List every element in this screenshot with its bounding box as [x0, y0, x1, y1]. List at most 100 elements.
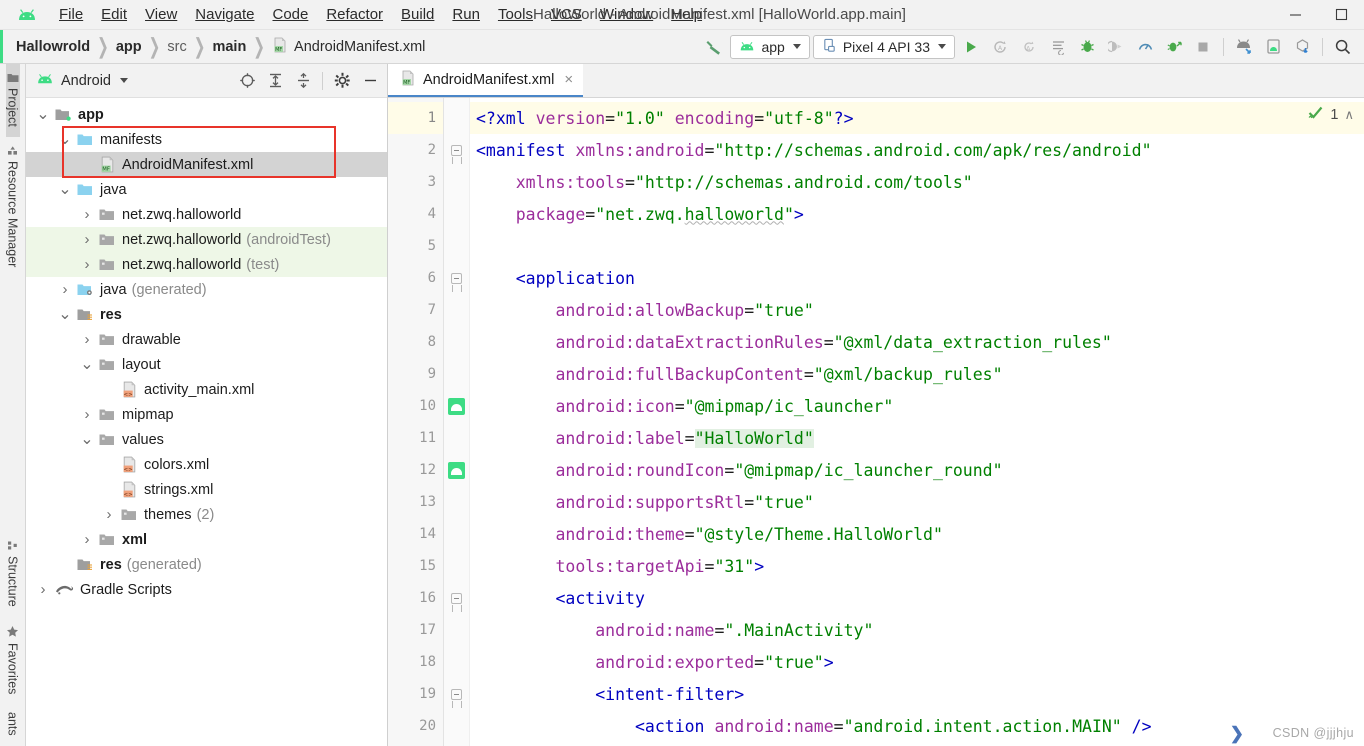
fold-collapse-icon[interactable]: [451, 688, 462, 708]
breadcrumb-main[interactable]: main: [212, 39, 246, 55]
tree-item-res[interactable]: ⌄ res: [26, 302, 387, 327]
fold-collapse-icon[interactable]: [451, 592, 462, 612]
code-line[interactable]: <manifest xmlns:android = "http://schemas.…: [470, 134, 1364, 166]
tree-item-java[interactable]: › java (generated): [26, 277, 387, 302]
chevron-right-icon[interactable]: ›: [80, 231, 94, 248]
menu-bar[interactable]: File Edit View Navigate Code Refactor Bu…: [50, 4, 711, 25]
tree-item-net-zwq-halloworld[interactable]: › net.zwq.halloworld (test): [26, 252, 387, 277]
tree-item-java[interactable]: ⌄ java: [26, 177, 387, 202]
left-tool-strip[interactable]: Project Resource Manager Structure Favor…: [0, 64, 26, 746]
inspection-widget[interactable]: 1 ∧: [1307, 104, 1354, 125]
breadcrumb[interactable]: Hallowrold ❯ app ❯ src ❯ main ❯ MF Andro…: [16, 33, 425, 58]
fold-collapse-icon[interactable]: [451, 272, 462, 292]
tree-item-colors-xml[interactable]: <> colors.xml: [26, 452, 387, 477]
chevron-right-icon[interactable]: ›: [80, 256, 94, 273]
expand-all-icon[interactable]: [262, 68, 288, 94]
avd-manager-icon[interactable]: [1260, 34, 1286, 60]
sidebar-item-project[interactable]: Project: [5, 64, 20, 137]
tree-item-res[interactable]: res (generated): [26, 552, 387, 577]
code-line[interactable]: <intent-filter>: [470, 678, 1364, 710]
collapse-all-icon[interactable]: [290, 68, 316, 94]
menu-tools[interactable]: Tools: [489, 4, 542, 25]
menu-help[interactable]: Help: [662, 4, 711, 25]
code-line[interactable]: android:dataExtractionRules = "@xml/data_e…: [470, 326, 1364, 358]
apply-code-changes-icon[interactable]: A: [1016, 34, 1042, 60]
search-everywhere-icon[interactable]: [1330, 34, 1356, 60]
code-line[interactable]: android:roundIcon = "@mipmap/ic_launcher_r…: [470, 454, 1364, 486]
gutter-marker[interactable]: [444, 678, 469, 710]
code-line[interactable]: package = "net.zwq. halloworld " >: [470, 198, 1364, 230]
code-line[interactable]: android:label = "HalloWorld": [470, 422, 1364, 454]
code-line[interactable]: android:supportsRtl = "true": [470, 486, 1364, 518]
run-configuration-selector[interactable]: app: [730, 34, 810, 59]
project-view-selector[interactable]: Android: [36, 73, 128, 89]
chevron-down-icon[interactable]: ⌄: [58, 306, 72, 322]
menu-navigate[interactable]: Navigate: [186, 4, 263, 25]
launcher-preview-icon[interactable]: [448, 461, 465, 479]
breadcrumb-src[interactable]: src: [167, 39, 186, 55]
breadcrumb-file[interactable]: MF AndroidManifest.xml: [272, 37, 425, 57]
code-line[interactable]: tools:targetApi = "31" >: [470, 550, 1364, 582]
chevron-up-icon[interactable]: ∧: [1344, 107, 1354, 123]
menu-refactor[interactable]: Refactor: [317, 4, 392, 25]
chevron-right-icon[interactable]: ›: [80, 206, 94, 223]
stop-icon[interactable]: [1190, 34, 1216, 60]
menu-window[interactable]: Window: [591, 4, 662, 25]
debug-icon[interactable]: [1074, 34, 1100, 60]
select-opened-file-icon[interactable]: [234, 68, 260, 94]
menu-run[interactable]: Run: [443, 4, 489, 25]
editor-tab-bar[interactable]: MF AndroidManifest.xml ×: [388, 64, 1364, 98]
code-line[interactable]: android:icon = "@mipmap/ic_launcher": [470, 390, 1364, 422]
sidebar-item-resource-manager[interactable]: Resource Manager: [6, 137, 20, 277]
sdk-manager-icon[interactable]: [1231, 34, 1257, 60]
chevron-right-icon[interactable]: ›: [80, 331, 94, 348]
maximize-button[interactable]: [1318, 0, 1364, 30]
chevron-right-icon[interactable]: ›: [102, 506, 116, 523]
menu-view[interactable]: View: [136, 4, 186, 25]
code-line[interactable]: [470, 230, 1364, 262]
run-button[interactable]: [958, 34, 984, 60]
tree-item-activity-main-xml[interactable]: <> activity_main.xml: [26, 377, 387, 402]
code-line[interactable]: android:fullBackupContent = "@xml/backup_r…: [470, 358, 1364, 390]
chevron-down-icon[interactable]: ⌄: [58, 131, 72, 147]
tree-item-net-zwq-halloworld[interactable]: › net.zwq.halloworld: [26, 202, 387, 227]
code-line[interactable]: android:exported = "true" >: [470, 646, 1364, 678]
chevron-down-icon[interactable]: ⌄: [80, 356, 94, 372]
fold-collapse-icon[interactable]: [451, 144, 462, 164]
logcat-icon[interactable]: [1045, 34, 1071, 60]
menu-edit[interactable]: Edit: [92, 4, 136, 25]
toolbar-right[interactable]: app Pixel 4 API 33 A A: [701, 34, 1364, 60]
attach-debugger-icon[interactable]: [1103, 34, 1129, 60]
tree-item-values[interactable]: ⌄ values: [26, 427, 387, 452]
device-selector[interactable]: Pixel 4 API 33: [812, 34, 955, 59]
menu-code[interactable]: Code: [263, 4, 317, 25]
tree-item-xml[interactable]: › xml: [26, 527, 387, 552]
run-with-coverage-icon[interactable]: [1161, 34, 1187, 60]
settings-gear-icon[interactable]: [329, 68, 355, 94]
tree-item-androidmanifest-xml[interactable]: MF AndroidManifest.xml: [26, 152, 387, 177]
menu-build[interactable]: Build: [392, 4, 443, 25]
chevron-right-icon[interactable]: ›: [80, 406, 94, 423]
sidebar-item-build-variants[interactable]: ants: [6, 704, 20, 746]
code-line[interactable]: <application: [470, 262, 1364, 294]
build-hammer-icon[interactable]: [701, 34, 727, 60]
code-line[interactable]: <?xml version = "1.0" encoding = "utf-8" ?>: [470, 102, 1364, 134]
tree-item-net-zwq-halloworld[interactable]: › net.zwq.halloworld (androidTest): [26, 227, 387, 252]
code-line[interactable]: android:allowBackup = "true": [470, 294, 1364, 326]
code-line[interactable]: <activity: [470, 582, 1364, 614]
chevron-right-icon[interactable]: ›: [36, 581, 50, 598]
apply-changes-icon[interactable]: A: [987, 34, 1013, 60]
menu-file[interactable]: File: [50, 4, 92, 25]
tab-androidmanifest[interactable]: MF AndroidManifest.xml ×: [388, 64, 584, 97]
code-line[interactable]: android:name = ".MainActivity": [470, 614, 1364, 646]
sync-gradle-icon[interactable]: [1289, 34, 1315, 60]
chevron-down-icon[interactable]: ⌄: [80, 431, 94, 447]
gutter-marker[interactable]: [444, 262, 469, 294]
fold-gutter[interactable]: [444, 98, 470, 746]
gutter-marker[interactable]: [444, 134, 469, 166]
code-line[interactable]: xmlns:tools = "http://schemas.android.com/…: [470, 166, 1364, 198]
tree-item-gradle-scripts[interactable]: › Gradle Scripts: [26, 577, 387, 602]
hide-panel-icon[interactable]: [357, 68, 383, 94]
tree-item-layout[interactable]: ⌄ layout: [26, 352, 387, 377]
tree-item-drawable[interactable]: › drawable: [26, 327, 387, 352]
